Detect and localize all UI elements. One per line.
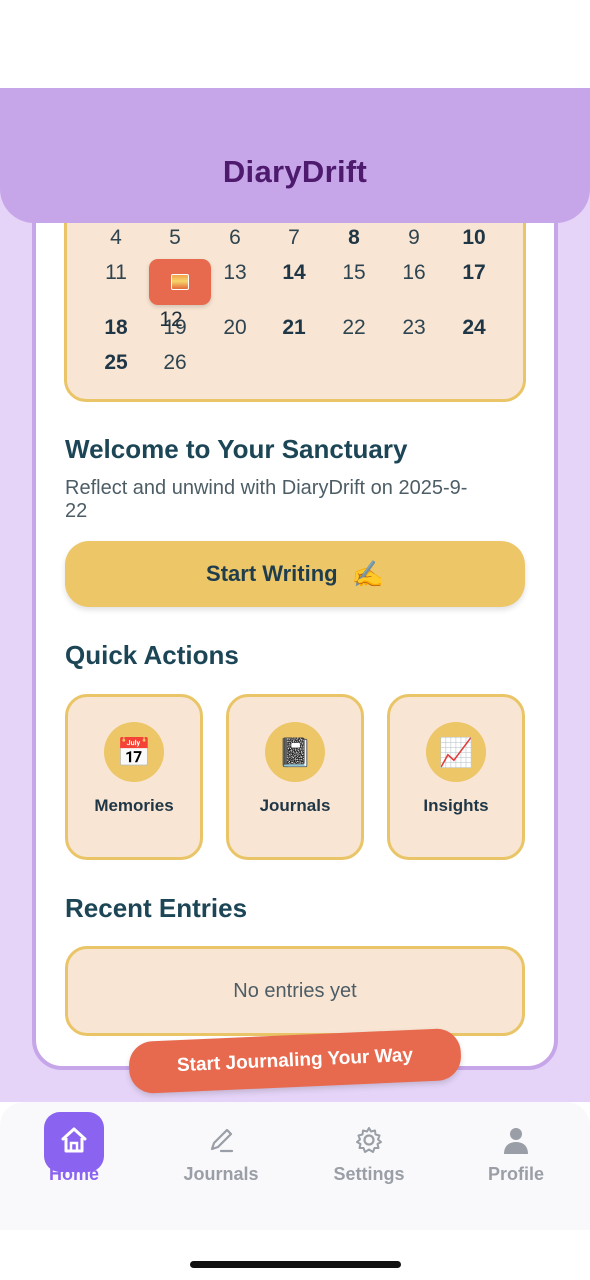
pencil-icon: [210, 1128, 234, 1153]
calendar-day[interactable]: 23: [389, 316, 439, 340]
quick-action-journals[interactable]: 📓 Journals: [226, 694, 364, 860]
calendar-icon: 📅: [104, 722, 164, 782]
notebook-icon: 📓: [265, 722, 325, 782]
tab-journals[interactable]: Journals: [147, 1102, 295, 1230]
calendar-day[interactable]: 15: [329, 261, 379, 285]
calendar-day[interactable]: 9: [389, 226, 439, 250]
app-title: DiaryDrift: [222, 154, 368, 189]
person-icon: [504, 1128, 528, 1154]
calendar-day[interactable]: 13: [210, 261, 260, 285]
home-indicator: [190, 1261, 401, 1268]
picture-icon: [171, 274, 189, 290]
calendar-day[interactable]: 25: [91, 351, 141, 375]
calendar-day[interactable]: 16: [389, 261, 439, 285]
gear-icon: [356, 1127, 382, 1153]
tab-settings[interactable]: Settings: [295, 1102, 443, 1230]
tab-settings-label: Settings: [333, 1164, 405, 1184]
calendar-day[interactable]: 21: [269, 316, 319, 340]
calendar-day[interactable]: 7: [269, 226, 319, 250]
calendar-today-chip[interactable]: [149, 259, 211, 305]
calendar-today-number: 12: [159, 308, 183, 331]
calendar-day[interactable]: 14: [269, 261, 319, 285]
calendar-day[interactable]: 24: [449, 316, 499, 340]
quick-action-memories[interactable]: 📅 Memories: [65, 694, 203, 860]
calendar-day[interactable]: 4: [91, 226, 141, 250]
tab-home[interactable]: Home: [0, 1102, 148, 1230]
chart-icon: 📈: [426, 722, 486, 782]
calendar-day[interactable]: 5: [150, 226, 200, 250]
quick-action-insights[interactable]: 📈 Insights: [387, 694, 525, 860]
calendar-day[interactable]: 17: [449, 261, 499, 285]
tab-profile[interactable]: Profile: [442, 1102, 590, 1230]
quick-action-label: Journals: [259, 796, 331, 815]
tab-journals-label: Journals: [183, 1164, 259, 1184]
start-writing-button[interactable]: Start Writing ✍️: [65, 541, 525, 607]
calendar-day[interactable]: 22: [329, 316, 379, 340]
home-icon: [61, 1127, 87, 1153]
calendar-day[interactable]: 8: [329, 226, 379, 250]
quick-action-label: Insights: [423, 796, 489, 815]
welcome-title: Welcome to Your Sanctuary: [65, 434, 408, 464]
welcome-text: Reflect and unwind with DiaryDrift on 20…: [65, 477, 468, 522]
recent-entries-empty: No entries yet: [65, 946, 525, 1036]
calendar-day[interactable]: 10: [449, 226, 499, 250]
recent-entries-title: Recent Entries: [65, 893, 248, 923]
status-bar: [0, 0, 590, 88]
calendar-day[interactable]: 20: [210, 316, 260, 340]
start-writing-label: Start Writing: [206, 561, 338, 586]
calendar-day[interactable]: 26: [150, 351, 200, 375]
quick-actions-title: Quick Actions: [65, 640, 239, 670]
tab-home-label: Home: [48, 1164, 99, 1184]
calendar-day[interactable]: 18: [91, 316, 141, 340]
quick-action-label: Memories: [94, 796, 174, 815]
writing-hand-icon: ✍️: [351, 558, 384, 589]
calendar-day[interactable]: 11: [91, 261, 141, 285]
app-header: DiaryDrift: [0, 88, 590, 223]
calendar-day[interactable]: 6: [210, 226, 260, 250]
tab-profile-label: Profile: [487, 1164, 544, 1184]
